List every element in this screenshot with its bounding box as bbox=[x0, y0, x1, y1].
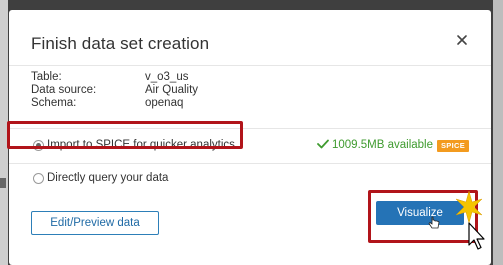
info-value-table: v_o3_us bbox=[145, 71, 189, 83]
spice-availability: 1009.5MB available bbox=[317, 139, 433, 151]
check-icon bbox=[317, 139, 329, 149]
hand-pointer-icon bbox=[428, 216, 440, 229]
option-direct-query[interactable]: Directly query your data bbox=[9, 163, 491, 193]
close-icon[interactable] bbox=[455, 33, 469, 47]
spice-option-highlight bbox=[7, 121, 243, 149]
background-fragment bbox=[0, 178, 6, 188]
background-right-edge bbox=[493, 0, 503, 265]
edit-preview-button[interactable]: Edit/Preview data bbox=[31, 211, 159, 235]
info-value-datasource: Air Quality bbox=[145, 84, 199, 96]
info-value-schema: openaq bbox=[145, 97, 184, 109]
direct-query-label: Directly query your data bbox=[47, 172, 169, 184]
info-label-datasource: Data source: bbox=[31, 84, 97, 96]
mouse-pointer-icon bbox=[468, 222, 485, 250]
click-sparkle-icon bbox=[455, 190, 483, 224]
spice-badge: SPICE bbox=[436, 140, 469, 152]
info-label-table: Table: bbox=[31, 71, 62, 83]
dialog-title: Finish data set creation bbox=[31, 34, 210, 53]
header-divider bbox=[9, 65, 491, 66]
direct-query-radio[interactable] bbox=[33, 173, 44, 184]
info-label-schema: Schema: bbox=[31, 97, 77, 109]
spice-available-text: 1009.5MB available bbox=[331, 139, 433, 151]
visualize-button[interactable]: Visualize bbox=[376, 201, 464, 225]
